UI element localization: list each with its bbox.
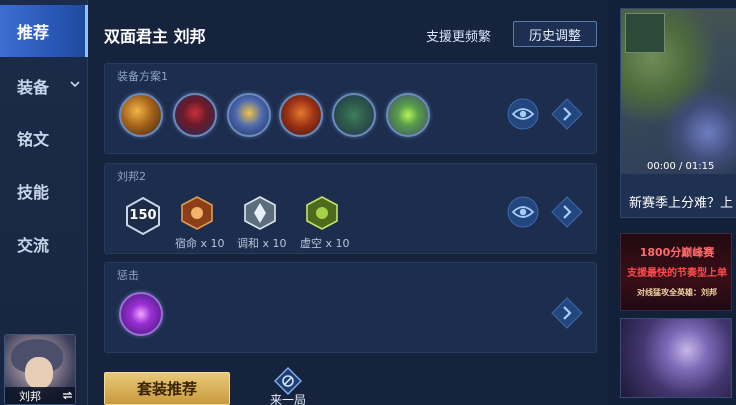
history-button[interactable]: 历史调整 (513, 21, 597, 47)
rune-fate-icon[interactable] (179, 195, 215, 231)
arrow-right-icon[interactable] (551, 98, 583, 130)
play-again-label[interactable]: 来一局 (270, 391, 306, 405)
rune-harmony-icon[interactable] (242, 195, 278, 231)
suit-recommend-button[interactable]: 套装推荐 (104, 372, 230, 405)
sidebar: 推荐 装备 铭文 技能 交流 刘邦 (0, 0, 88, 405)
equipment-item-icon[interactable] (386, 93, 430, 137)
sidebar-item-label: 推荐 (17, 23, 50, 42)
video-title: 新赛季上分难？上 (629, 196, 734, 211)
smite-skill-icon[interactable] (119, 292, 163, 336)
eye-icon[interactable] (507, 98, 539, 130)
rune-label: 虚空 x 10 (300, 237, 350, 250)
chevron-down-icon (70, 81, 80, 88)
rune-level: 150 (129, 208, 157, 223)
minimap (625, 13, 665, 53)
hero-portrait-face (25, 357, 53, 389)
equipment-item-icon[interactable] (119, 93, 163, 137)
panel-label: 刘邦2 (117, 170, 146, 183)
hero-name-bar: 刘邦 (5, 387, 75, 404)
hero-title: 双面君主 刘邦 (104, 27, 206, 46)
support-link[interactable]: 支援更频繁 (426, 26, 491, 45)
sidebar-item-recommend[interactable]: 推荐 (0, 5, 88, 57)
promo-line: 支援最快的节奏型上单 (627, 268, 727, 279)
equipment-item-icon[interactable] (173, 93, 217, 137)
promo-line: 1800分巅峰赛 (639, 246, 715, 259)
summoner-skill-panel: 惩击 (104, 262, 597, 353)
rune-panel: 刘邦2 150 宿命 x 10 调和 x 10 虚空 x 10 (104, 163, 597, 254)
sidebar-item-inscription[interactable]: 铭文 (0, 112, 88, 164)
equipment-item-icon[interactable] (227, 93, 271, 137)
rune-label: 宿命 x 10 (175, 237, 225, 250)
panel-label: 惩击 (117, 269, 139, 282)
video-card[interactable]: 00:00 / 01:15 新赛季上分难？上 (620, 8, 736, 218)
sidebar-item-skills[interactable]: 技能 (0, 165, 88, 217)
hero-switch-card[interactable]: 刘邦 (4, 334, 76, 405)
hero-art-card[interactable] (620, 318, 732, 398)
rune-void-icon[interactable] (304, 195, 340, 231)
equipment-item-icon[interactable] (332, 93, 376, 137)
sidebar-item-equipment[interactable]: 装备 (0, 60, 88, 112)
sidebar-item-label: 装备 (17, 78, 50, 97)
sidebar-item-community[interactable]: 交流 (0, 218, 88, 270)
promo-card[interactable]: 1800分巅峰赛 支援最快的节奏型上单 对线猛攻全英雄：刘邦 (620, 233, 732, 311)
arrow-right-icon[interactable] (551, 297, 583, 329)
arrow-right-icon[interactable] (551, 196, 583, 228)
equipment-panel: 装备方案1 (104, 63, 597, 154)
swap-icon (62, 391, 73, 400)
promo-line: 对线猛攻全英雄：刘邦 (637, 288, 717, 297)
panel-label: 装备方案1 (117, 70, 168, 83)
sidebar-item-label: 铭文 (17, 130, 50, 149)
rune-label: 调和 x 10 (237, 237, 287, 250)
sidebar-item-label: 技能 (17, 183, 50, 202)
right-column: 00:00 / 01:15 新赛季上分难？上 1800分巅峰赛 支援最快的节奏型… (608, 0, 736, 405)
video-time: 00:00 / 01:15 (647, 161, 715, 172)
eye-icon[interactable] (507, 196, 539, 228)
equipment-item-icon[interactable] (279, 93, 323, 137)
video-thumbnail (621, 9, 736, 174)
sidebar-item-label: 交流 (17, 236, 50, 255)
hero-name: 刘邦 (19, 389, 41, 403)
